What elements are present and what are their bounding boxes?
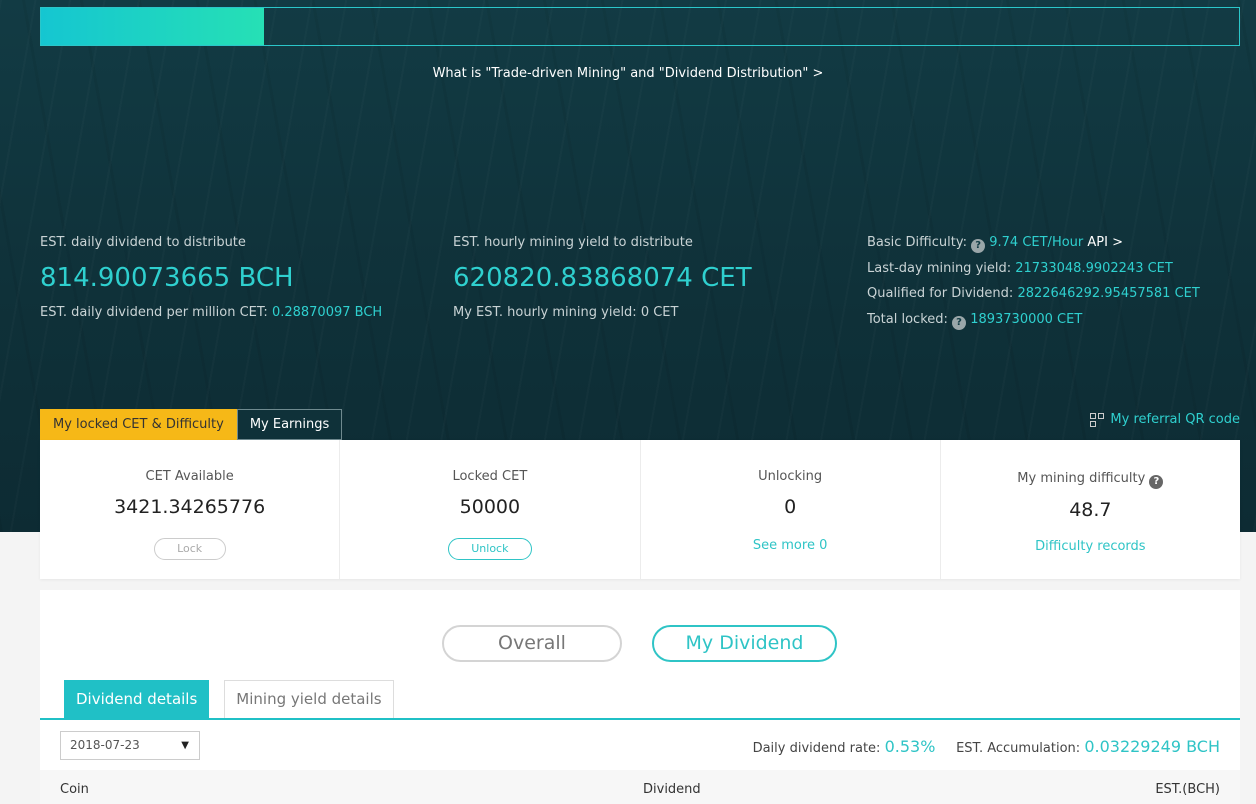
mining-progress-bar (40, 7, 1240, 46)
daily-dividend-label: EST. daily dividend to distribute (40, 235, 246, 250)
unlocking-label: Unlocking (758, 469, 823, 484)
difficulty-records-link[interactable]: Difficulty records (941, 539, 1240, 554)
lock-button[interactable]: Lock (153, 538, 226, 560)
detail-tabs: Dividend details Mining yield details (64, 680, 394, 719)
hourly-mining-value: 620820.83868074 CET (453, 263, 752, 293)
caret-down-icon: ▼ (181, 740, 189, 751)
col-coin: Coin (60, 782, 89, 797)
unlocking-card: Unlocking 0 See more 0 (641, 440, 941, 579)
basic-difficulty-row: Basic Difficulty: ? 9.74 CET/Hour API > (867, 235, 1123, 253)
account-tabs: My locked CET & Difficulty My Earnings (40, 409, 343, 440)
locked-cet-value: 50000 (459, 496, 521, 518)
qr-code-icon (1090, 412, 1105, 427)
mining-info-link[interactable]: What is "Trade-driven Mining" and "Divid… (0, 66, 1256, 81)
mining-difficulty-card: My mining difficulty ? 48.7 Difficulty r… (941, 440, 1240, 579)
qualified-dividend-row: Qualified for Dividend: 2822646292.95457… (867, 286, 1200, 301)
total-locked-row: Total locked: ? 1893730000 CET (867, 311, 1083, 330)
locked-cet-card: Locked CET 50000 Unlock (340, 440, 641, 579)
locked-cet-label: Locked CET (452, 469, 528, 484)
date-select[interactable]: 2018-07-23 ▼ (60, 731, 200, 760)
cet-available-value: 3421.34265776 (114, 496, 266, 518)
question-circle-icon[interactable]: ? (952, 315, 967, 330)
tab-locked-cet[interactable]: My locked CET & Difficulty (40, 409, 237, 440)
dividend-panel: Overall My Dividend Dividend details Min… (40, 590, 1240, 804)
my-dividend-toggle[interactable]: My Dividend (652, 625, 837, 662)
difficulty-info: Basic Difficulty: ? 9.74 CET/Hour API > … (867, 235, 1200, 337)
basic-difficulty-value: 9.74 CET/Hour (989, 235, 1084, 250)
daily-rate-value: 0.53% (884, 737, 936, 756)
dividend-rates: Daily dividend rate: 0.53% EST. Accumula… (752, 737, 1220, 756)
cet-summary-cards: CET Available 3421.34265776 Lock Locked … (40, 440, 1240, 579)
referral-qr-link[interactable]: My referral QR code (1090, 412, 1240, 427)
api-link[interactable]: API > (1087, 235, 1123, 250)
tab-mining-yield-details[interactable]: Mining yield details (224, 680, 394, 719)
see-more-link[interactable]: See more 0 (641, 538, 940, 553)
unlock-button[interactable]: Unlock (447, 538, 532, 560)
cet-available-label: CET Available (145, 469, 234, 484)
tab-underline (40, 718, 1240, 720)
dividend-per-million: EST. daily dividend per million CET: 0.2… (40, 305, 383, 320)
overall-toggle[interactable]: Overall (442, 625, 622, 662)
mining-progress-fill (41, 8, 264, 45)
hourly-mining-stat: EST. hourly mining yield to distribute 6… (453, 235, 752, 320)
daily-dividend-stat: EST. daily dividend to distribute 814.90… (40, 235, 382, 320)
col-est-bch: EST.(BCH) (1155, 782, 1220, 797)
question-circle-icon[interactable]: ? (971, 239, 986, 253)
question-circle-icon[interactable]: ? (1149, 475, 1164, 489)
mining-difficulty-label: My mining difficulty ? (941, 471, 1240, 489)
tab-dividend-details[interactable]: Dividend details (64, 680, 210, 719)
daily-dividend-value: 814.90073665 BCH (40, 263, 294, 293)
mining-difficulty-value: 48.7 (1069, 499, 1112, 521)
hourly-mining-label: EST. hourly mining yield to distribute (453, 235, 693, 250)
cet-available-card: CET Available 3421.34265776 Lock (40, 440, 341, 579)
table-header: Coin Dividend EST.(BCH) (40, 770, 1240, 804)
lastday-yield-row: Last-day mining yield: 21733048.9902243 … (867, 260, 1173, 276)
tab-my-earnings[interactable]: My Earnings (236, 409, 343, 440)
my-hourly-yield: My EST. hourly mining yield: 0 CET (453, 305, 679, 320)
col-dividend: Dividend (643, 782, 701, 797)
unlocking-value: 0 (784, 496, 797, 518)
accumulation-value: 0.03229249 BCH (1084, 737, 1220, 756)
